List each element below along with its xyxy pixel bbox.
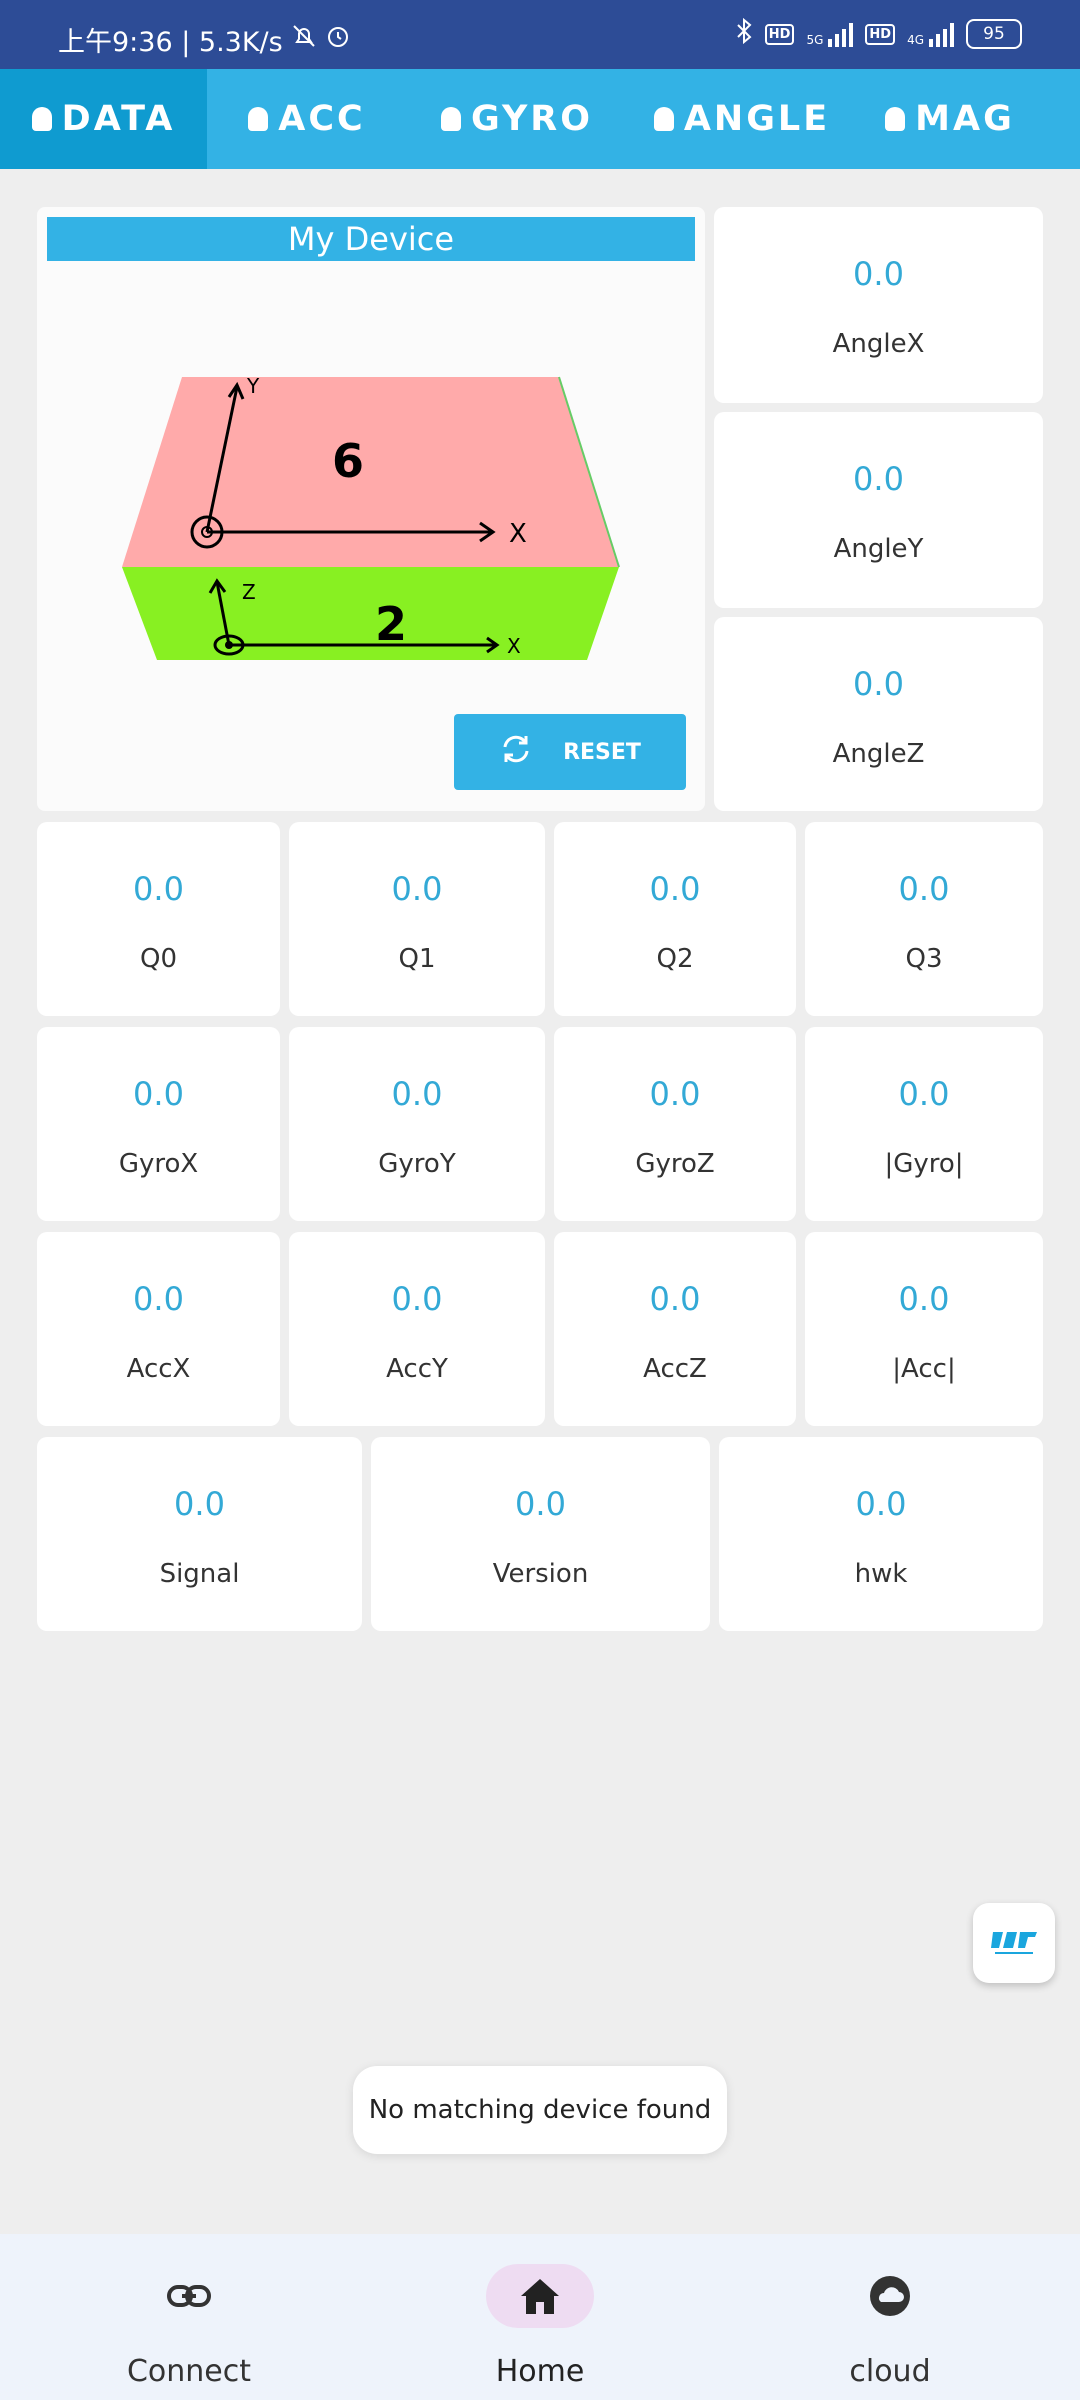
q3-label: Q3	[905, 944, 943, 974]
wit-logo-icon	[991, 1932, 1037, 1954]
device-card: My Device Y X 6 Z X 2 RESET	[37, 207, 705, 811]
nav-home-label: Home	[495, 2354, 585, 2389]
reset-label: RESET	[563, 739, 641, 765]
bluetooth-icon	[735, 17, 753, 50]
refresh-icon	[499, 734, 533, 770]
q1-value: 0.0	[391, 870, 443, 908]
acc-y-value: 0.0	[391, 1280, 443, 1318]
gyro-y-value: 0.0	[391, 1075, 443, 1113]
q2-card: 0.0 Q2	[554, 822, 796, 1016]
bell-icon	[885, 107, 906, 131]
nav-home[interactable]: Home	[390, 2234, 690, 2400]
angle-z-value: 0.0	[853, 665, 904, 703]
acc-x-card: 0.0 AccX	[37, 1232, 280, 1426]
gyro-x-label: GyroX	[118, 1149, 199, 1179]
signal-4g-icon: 4G	[907, 21, 954, 47]
acc-magnitude-card: 0.0 |Acc|	[805, 1232, 1043, 1426]
nav-cloud-label: cloud	[849, 2354, 931, 2389]
version-card: 0.0 Version	[371, 1437, 710, 1631]
tab-data[interactable]: DATA	[0, 69, 207, 169]
link-icon	[135, 2264, 243, 2328]
bell-icon	[31, 107, 52, 131]
hd-badge-1: HD	[764, 23, 795, 45]
top-face-number: 6	[332, 434, 364, 488]
cloud-icon	[836, 2264, 944, 2328]
tab-mag[interactable]: MAG	[857, 69, 1043, 169]
acc-y-label: AccY	[386, 1354, 448, 1384]
gyro-y-card: 0.0 GyroY	[289, 1027, 545, 1221]
gyro-magnitude-value: 0.0	[898, 1075, 950, 1113]
battery-icon: 95	[966, 19, 1022, 49]
angle-x-value: 0.0	[853, 255, 904, 293]
gyro-z-value: 0.0	[649, 1075, 701, 1113]
angle-z-card: 0.0 AngleZ	[714, 617, 1043, 811]
top-tab-bar: DATA ACC GYRO ANGLE MAG	[0, 69, 1080, 169]
angle-y-card: 0.0 AngleY	[714, 412, 1043, 608]
q0-label: Q0	[139, 944, 177, 974]
gyro-z-card: 0.0 GyroZ	[554, 1027, 796, 1221]
gyro-magnitude-label: |Gyro|	[884, 1149, 964, 1179]
axis-z-label: Z	[242, 580, 256, 604]
version-label: Version	[492, 1559, 589, 1589]
hwk-label: hwk	[854, 1559, 908, 1589]
signal-5g-icon: 5G	[806, 21, 854, 47]
gyro-x-value: 0.0	[133, 1075, 184, 1113]
gyro-y-label: GyroY	[378, 1149, 456, 1179]
acc-x-label: AccX	[126, 1354, 191, 1384]
bottom-navigation: Connect Home cloud	[0, 2234, 1080, 2400]
acc-z-value: 0.0	[649, 1280, 701, 1318]
acc-z-label: AccZ	[643, 1354, 707, 1384]
acc-x-value: 0.0	[133, 1280, 184, 1318]
axis-x-top-label: X	[509, 519, 527, 549]
q3-card: 0.0 Q3	[805, 822, 1043, 1016]
angle-y-label: AngleY	[833, 534, 924, 564]
q1-card: 0.0 Q1	[289, 822, 545, 1016]
alarm-icon	[325, 23, 351, 56]
gyro-magnitude-card: 0.0 |Gyro|	[805, 1027, 1043, 1221]
nav-connect-label: Connect	[126, 2354, 252, 2389]
axis-y-label: Y	[246, 374, 260, 398]
acc-magnitude-value: 0.0	[898, 1280, 950, 1318]
hd-badge-2: HD	[865, 23, 896, 45]
q2-label: Q2	[656, 944, 694, 974]
signal-value: 0.0	[174, 1485, 225, 1523]
axis-x-front-label: X	[507, 634, 521, 658]
q0-value: 0.0	[133, 870, 184, 908]
signal-card: 0.0 Signal	[37, 1437, 362, 1631]
q0-card: 0.0 Q0	[37, 822, 280, 1016]
wit-logo-button[interactable]	[973, 1903, 1055, 1983]
status-time: 上午9:36 | 5.3K/s	[58, 27, 283, 58]
status-bar: 上午9:36 | 5.3K/s HD 5G HD 4G 95	[0, 0, 1080, 69]
hwk-card: 0.0 hwk	[719, 1437, 1043, 1631]
acc-z-card: 0.0 AccZ	[554, 1232, 796, 1426]
q3-value: 0.0	[898, 870, 950, 908]
angle-x-label: AngleX	[832, 329, 925, 359]
nav-connect[interactable]: Connect	[39, 2234, 339, 2400]
acc-y-card: 0.0 AccY	[289, 1232, 545, 1426]
toast-message: No matching device found	[353, 2066, 727, 2154]
bell-icon	[653, 107, 674, 131]
acc-magnitude-label: |Acc|	[892, 1354, 956, 1384]
gyro-z-label: GyroZ	[635, 1149, 715, 1179]
front-face-number: 2	[375, 597, 407, 651]
version-value: 0.0	[515, 1485, 566, 1523]
tab-acc[interactable]: ACC	[207, 69, 407, 169]
angle-z-label: AngleZ	[832, 739, 925, 769]
q2-value: 0.0	[649, 870, 701, 908]
bell-icon	[248, 107, 269, 131]
angle-y-value: 0.0	[853, 460, 904, 498]
signal-label: Signal	[159, 1559, 240, 1589]
home-icon	[486, 2264, 594, 2328]
reset-button[interactable]: RESET	[454, 714, 686, 790]
angle-x-card: 0.0 AngleX	[714, 207, 1043, 403]
gyro-x-card: 0.0 GyroX	[37, 1027, 280, 1221]
tab-gyro[interactable]: GYRO	[407, 69, 627, 169]
bell-icon	[440, 107, 461, 131]
nav-cloud[interactable]: cloud	[740, 2234, 1040, 2400]
mute-icon	[291, 23, 317, 56]
hwk-value: 0.0	[855, 1485, 907, 1523]
q1-label: Q1	[398, 944, 436, 974]
tab-angle[interactable]: ANGLE	[627, 69, 857, 169]
